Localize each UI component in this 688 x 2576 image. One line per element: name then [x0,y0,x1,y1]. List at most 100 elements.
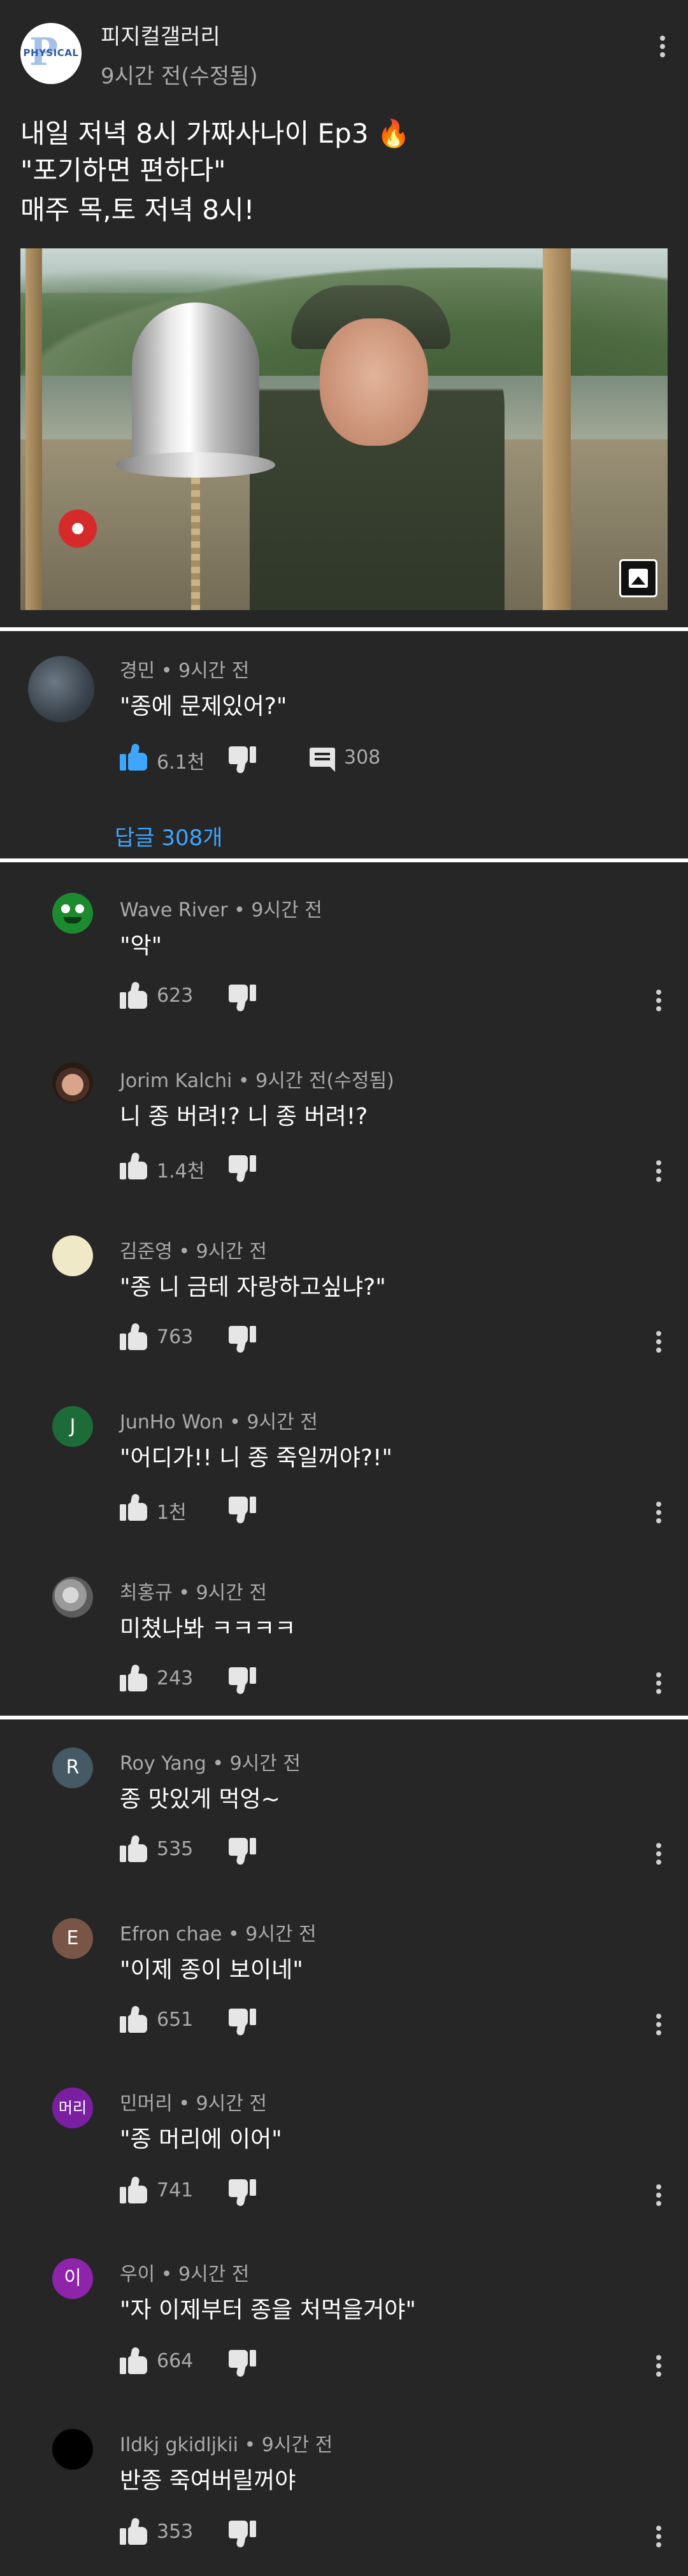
reply-author-line: 최홍규 • 9시간 전 [120,1582,268,1604]
reply-text: "종 머리에 이어" [120,2126,282,2153]
view-replies-link[interactable]: 답글 308개 [115,820,223,851]
more-vert-icon[interactable] [646,983,671,1018]
thumbs-up-icon[interactable] [120,2346,149,2374]
reply-author[interactable]: 최홍규 [120,1582,173,1604]
post-more-icon[interactable] [650,29,675,64]
commenter-avatar[interactable] [28,656,94,722]
reply-avatar[interactable] [52,2429,93,2470]
thumbs-up-icon[interactable] [120,1834,149,1862]
more-vert-icon[interactable] [646,1495,671,1530]
reply-author-line: Efron chae • 9시간 전 [120,1923,317,1946]
thumbs-down-icon[interactable] [227,1326,256,1354]
reply-author-line: 우이 • 9시간 전 [120,2263,250,2286]
thumbs-down-icon[interactable] [227,2521,256,2549]
image-icon[interactable] [619,559,657,597]
photo-megaphone [59,509,97,548]
like-count: 243 [157,1667,194,1690]
reply-time: 9시간 전 [196,2093,268,2115]
thumbs-up-icon[interactable] [120,981,149,1009]
thumbs-down-icon[interactable] [227,1155,256,1183]
reply-author-line: Wave River • 9시간 전 [120,899,322,922]
comment-text: "종에 문제있어?" [120,694,287,720]
thumbs-down-icon[interactable] [227,1667,256,1695]
more-vert-icon[interactable] [646,1325,671,1359]
reply-text: 종 맛있게 먹엉~ [120,1786,280,1812]
thumbs-down-icon[interactable] [227,1497,256,1525]
like-count: 535 [157,1838,194,1860]
reply-author[interactable]: Ildkj gkidljkii [120,2434,238,2456]
thumbs-down-icon[interactable] [227,2179,256,2207]
post-text-line-1: 내일 저녁 8시 가짜사나이 Ep3 🔥 [20,115,410,153]
reply-author-line: 김준영 • 9시간 전 [120,1241,268,1263]
like-count: 1.4천 [157,1160,205,1183]
thumbs-down-icon[interactable] [227,1838,256,1866]
section-divider [0,627,688,631]
channel-avatar[interactable]: P PHYSICAL [20,23,82,84]
reply-author[interactable]: Wave River [120,899,228,922]
more-vert-icon[interactable] [646,1154,671,1188]
photo-rope [191,478,200,610]
thumbs-up-icon[interactable] [120,1322,149,1350]
thumbs-down-icon[interactable] [227,2350,256,2378]
more-vert-icon[interactable] [646,1666,671,1700]
post-image[interactable] [20,248,668,610]
post-time: 9시간 전(수정됨) [101,64,258,89]
thumbs-up-icon[interactable] [120,743,149,771]
more-vert-icon[interactable] [646,2519,671,2554]
photo-wooden-post [25,248,42,610]
reply-text: 반종 죽여버릴꺼야 [120,2468,296,2494]
like-count: 1천 [157,1502,187,1524]
more-vert-icon[interactable] [646,2007,671,2042]
comment-time: 9시간 전 [178,660,250,682]
reply-text: 미쳤나봐 ㅋㅋㅋㅋ [120,1616,296,1642]
reply-author-line: JunHo Won • 9시간 전 [120,1411,318,1434]
channel-name[interactable]: 피지컬갤러리 [101,19,220,50]
reply-avatar[interactable]: 머리 [52,2088,93,2128]
thumbs-down-icon[interactable] [227,2009,256,2037]
reply-avatar[interactable]: R [52,1747,93,1788]
photo-face [320,318,428,446]
reply-text: "자 이제부터 종을 처먹을거야" [120,2297,416,2323]
reply-author[interactable]: Jorim Kalchi [120,1070,232,1092]
thumbs-up-icon[interactable] [120,2175,149,2203]
more-vert-icon[interactable] [646,1837,671,1871]
thumbs-up-icon[interactable] [120,1493,149,1521]
comment-icon[interactable] [310,748,335,772]
channel-logo-text: PHYSICAL [23,47,79,59]
comment-author[interactable]: 경민 [120,660,155,682]
reply-author[interactable]: JunHo Won [120,1411,224,1434]
thumbs-up-icon[interactable] [120,2005,149,2033]
reply-avatar[interactable] [52,1062,93,1103]
reply-author[interactable]: Roy Yang [120,1753,206,1775]
reply-avatar[interactable] [52,1235,93,1276]
thumbs-up-icon[interactable] [120,2517,149,2545]
post-text-line-3: 매주 목,토 저녁 8시! [20,194,255,225]
reply-author[interactable]: 김준영 [120,1241,173,1263]
post-text-line-1-text: 내일 저녁 8시 가짜사나이 Ep3 [20,118,369,149]
thumbs-up-icon[interactable] [120,1151,149,1179]
reply-author[interactable]: 민머리 [120,2093,173,2115]
reply-time: 9시간 전(수정됨) [255,1070,394,1092]
photo-bell [132,302,259,468]
reply-avatar[interactable] [52,1577,93,1618]
reply-avatar[interactable]: E [52,1918,93,1959]
thumbs-up-icon[interactable] [120,1663,149,1691]
reply-time: 9시간 전 [251,899,322,922]
reply-avatar[interactable]: 이 [52,2258,93,2299]
more-vert-icon[interactable] [646,2178,671,2212]
like-count: 651 [157,2009,194,2031]
reply-avatar[interactable]: J [52,1406,93,1447]
fire-emoji: 🔥 [376,118,411,149]
more-vert-icon[interactable] [646,2349,671,2383]
thumbs-down-icon[interactable] [227,746,256,774]
reply-time: 9시간 전 [196,1582,268,1604]
like-count: 763 [157,1326,194,1348]
post-text-line-2: "포기하면 편하다" [20,155,226,186]
reply-author[interactable]: 우이 [120,2263,155,2286]
reply-author[interactable]: Efron chae [120,1923,222,1946]
reply-avatar[interactable] [52,893,93,934]
reply-time: 9시간 전 [261,2434,333,2456]
thumbs-down-icon[interactable] [227,985,256,1013]
reply-text: "종 니 금테 자랑하고싶냐?" [120,1274,386,1300]
reply-time: 9시간 전 [229,1753,301,1775]
